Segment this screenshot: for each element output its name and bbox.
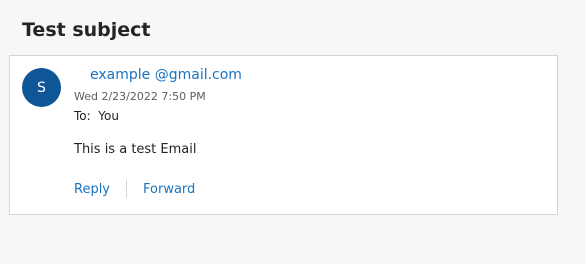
action-divider <box>126 180 128 198</box>
email-subject: Test subject <box>22 19 151 41</box>
message-body: This is a test Email <box>74 142 197 157</box>
message-actions: Reply Forward <box>74 180 195 198</box>
message-date: Wed 2/23/2022 7:50 PM <box>74 90 206 103</box>
sender-avatar[interactable]: S <box>22 68 61 107</box>
forward-button[interactable]: Forward <box>143 182 195 197</box>
message-card: S example @gmail.com Wed 2/23/2022 7:50 … <box>9 55 558 215</box>
recipients-line: To: You <box>74 109 119 123</box>
sender-address[interactable]: example @gmail.com <box>90 67 242 83</box>
sender-name-redacted <box>74 67 90 83</box>
reply-button[interactable]: Reply <box>74 182 110 197</box>
sender-line[interactable]: example @gmail.com <box>74 67 242 83</box>
